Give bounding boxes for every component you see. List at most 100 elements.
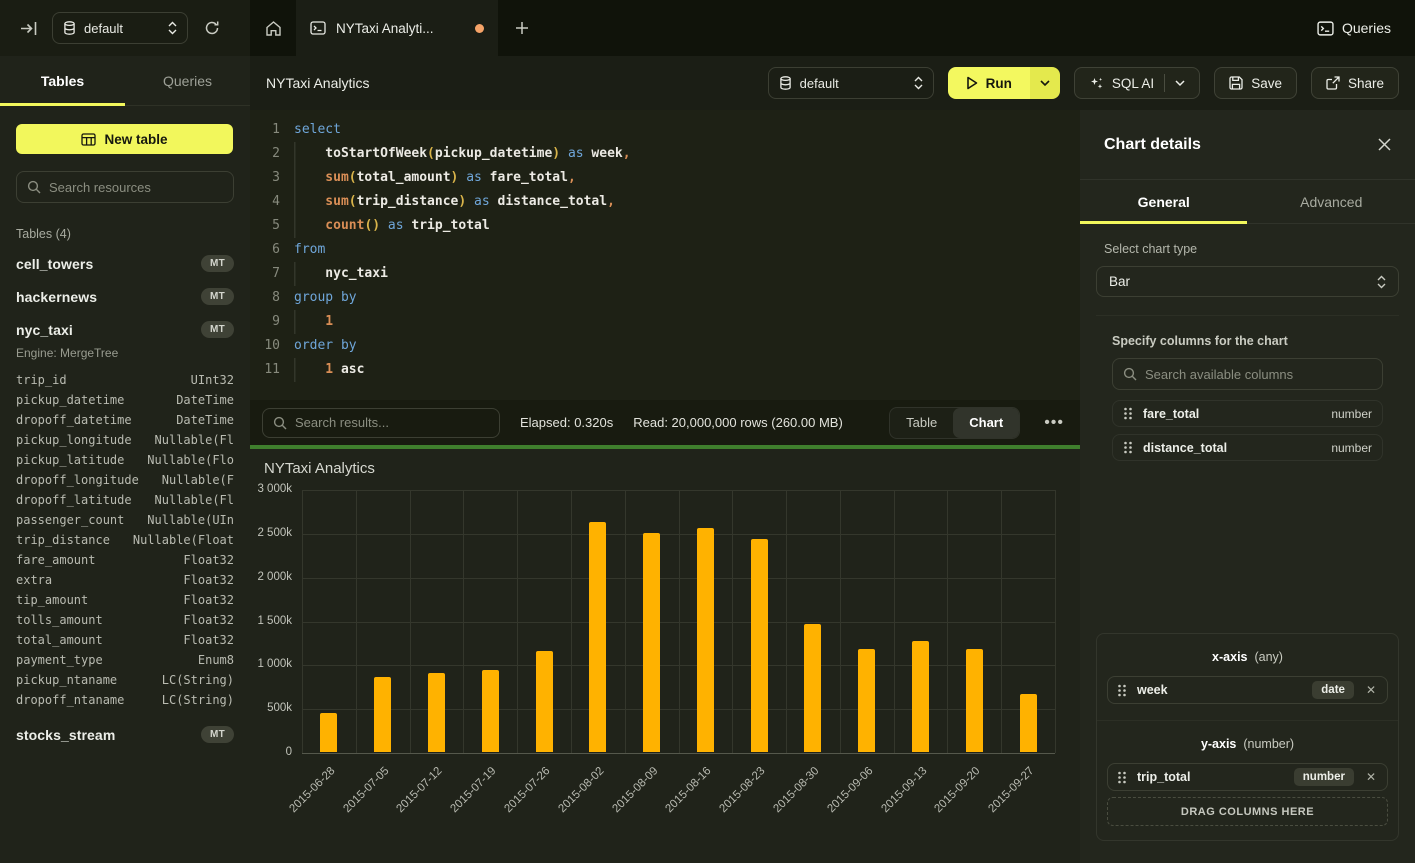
topbar-left: default <box>0 0 250 56</box>
results-search-input[interactable] <box>295 415 489 430</box>
tab-nytaxi-analytics[interactable]: NYTaxi Analyti... <box>296 0 498 56</box>
code-line: 8group by <box>250 286 1080 310</box>
table-item-stocks_stream[interactable]: stocks_streamMT <box>0 718 250 751</box>
tab-general[interactable]: General <box>1080 180 1248 223</box>
bar-2015-07-26[interactable] <box>536 651 553 752</box>
new-table-button[interactable]: New table <box>16 124 233 154</box>
column-type: Float32 <box>183 632 234 649</box>
home-tab[interactable] <box>250 0 296 56</box>
run-options-button[interactable] <box>1030 67 1060 99</box>
terminal-icon <box>310 21 326 35</box>
collapse-sidebar-icon[interactable] <box>14 14 42 42</box>
bar-2015-08-23[interactable] <box>751 539 768 752</box>
run-button[interactable]: Run <box>948 67 1030 99</box>
gridline-v <box>517 490 518 753</box>
engine-badge: MT <box>201 726 234 743</box>
remove-chip-icon[interactable]: ✕ <box>1364 683 1378 697</box>
gridline-v <box>356 490 357 753</box>
column-name: distance_total <box>1143 441 1227 455</box>
drop-zone[interactable]: DRAG COLUMNS HERE <box>1107 797 1388 826</box>
axis-chip-trip_total[interactable]: trip_totalnumber✕ <box>1107 763 1388 791</box>
chart-view-button[interactable]: Chart <box>953 408 1019 438</box>
sql-editor[interactable]: 1select2toStartOfWeek(pickup_datetime) a… <box>250 110 1080 400</box>
table-name: hackernews <box>16 289 97 305</box>
table-view-button[interactable]: Table <box>890 408 953 438</box>
sidebar-tab-tables[interactable]: Tables <box>0 56 125 105</box>
save-button[interactable]: Save <box>1214 67 1297 99</box>
code-line: 5count() as trip_total <box>250 214 1080 238</box>
chevron-down-icon[interactable] <box>1175 80 1185 87</box>
column-type: UInt32 <box>191 372 234 389</box>
column-name: trip_distance <box>16 532 110 549</box>
code-line: 1select <box>250 118 1080 142</box>
column-name: pickup_latitude <box>16 452 124 469</box>
column-name: pickup_longitude <box>16 432 132 449</box>
refresh-icon[interactable] <box>198 14 226 42</box>
chart-type-select[interactable]: Bar <box>1096 266 1399 297</box>
gridline-v <box>894 490 895 753</box>
sidebar-tab-queries[interactable]: Queries <box>125 56 250 105</box>
database-selector[interactable]: default <box>52 12 188 44</box>
bar-2015-09-06[interactable] <box>858 649 875 752</box>
divider <box>1097 720 1398 721</box>
bar-2015-09-20[interactable] <box>966 649 983 752</box>
column-name: tolls_amount <box>16 612 103 629</box>
bar-2015-09-27[interactable] <box>1020 694 1037 752</box>
bar-2015-09-13[interactable] <box>912 641 929 752</box>
table-item-cell_towers[interactable]: cell_towersMT <box>0 247 250 280</box>
close-icon[interactable] <box>1378 138 1391 151</box>
unsaved-changes-dot <box>475 24 484 33</box>
view-toggle: Table Chart <box>889 407 1020 439</box>
gridline-v <box>947 490 948 753</box>
bar-2015-08-02[interactable] <box>589 522 606 752</box>
available-column-distance_total[interactable]: distance_totalnumber <box>1112 434 1383 461</box>
header-database-selector[interactable]: default <box>768 67 934 99</box>
available-column-fare_total[interactable]: fare_totalnumber <box>1112 400 1383 427</box>
y-axis-label: y-axis (number) <box>1107 737 1388 751</box>
panel-tabs: General Advanced <box>1080 180 1415 224</box>
code-line: 91 <box>250 310 1080 334</box>
drag-handle-icon[interactable] <box>1117 771 1127 784</box>
tab-strip: NYTaxi Analyti... Queries <box>250 0 1415 56</box>
gridline-v <box>463 490 464 753</box>
bar-2015-07-05[interactable] <box>374 677 391 752</box>
drag-handle-icon[interactable] <box>1117 684 1127 697</box>
bar-2015-07-19[interactable] <box>482 670 499 752</box>
bar-2015-08-09[interactable] <box>643 533 660 752</box>
column-row: trip_idUInt32 <box>0 370 250 390</box>
sql-ai-button[interactable]: SQL AI <box>1074 67 1200 99</box>
engine-badge: MT <box>201 288 234 305</box>
more-options-icon[interactable]: ••• <box>1040 414 1068 432</box>
table-item-nyc_taxi[interactable]: nyc_taxiMT <box>0 313 250 346</box>
top-bar: default NYTaxi Analyti... Queries <box>0 0 1415 56</box>
results-search[interactable] <box>262 408 500 438</box>
tab-advanced[interactable]: Advanced <box>1248 180 1415 223</box>
new-tab-button[interactable] <box>498 0 546 56</box>
axis-chip-week[interactable]: weekdate✕ <box>1107 676 1388 704</box>
column-list: trip_idUInt32pickup_datetimeDateTimedrop… <box>0 366 250 718</box>
results-toolbar: Elapsed: 0.320s Read: 20,000,000 rows (2… <box>250 400 1080 445</box>
resource-search[interactable] <box>16 171 234 203</box>
remove-chip-icon[interactable]: ✕ <box>1364 770 1378 784</box>
column-name: passenger_count <box>16 512 124 529</box>
drag-handle-icon[interactable] <box>1123 441 1133 454</box>
share-button[interactable]: Share <box>1311 67 1399 99</box>
bar-2015-08-16[interactable] <box>697 528 714 752</box>
columns-search-input[interactable] <box>1145 367 1372 382</box>
bar-2015-08-30[interactable] <box>804 624 821 752</box>
columns-search[interactable] <box>1112 358 1383 390</box>
line-number: 11 <box>250 358 280 382</box>
bar-2015-06-28[interactable] <box>320 713 337 752</box>
column-type: number <box>1331 407 1372 421</box>
table-item-hackernews[interactable]: hackernews MT <box>0 280 250 313</box>
new-table-label: New table <box>104 132 167 147</box>
column-name: tip_amount <box>16 592 88 609</box>
resource-search-input[interactable] <box>49 180 223 195</box>
gridline-v <box>302 490 303 753</box>
queries-button[interactable]: Queries <box>1293 0 1415 56</box>
line-number: 1 <box>250 118 280 142</box>
header-database-value: default <box>800 76 839 91</box>
drag-handle-icon[interactable] <box>1123 407 1133 420</box>
chart-type-label: Select chart type <box>1104 242 1391 256</box>
bar-2015-07-12[interactable] <box>428 673 445 752</box>
